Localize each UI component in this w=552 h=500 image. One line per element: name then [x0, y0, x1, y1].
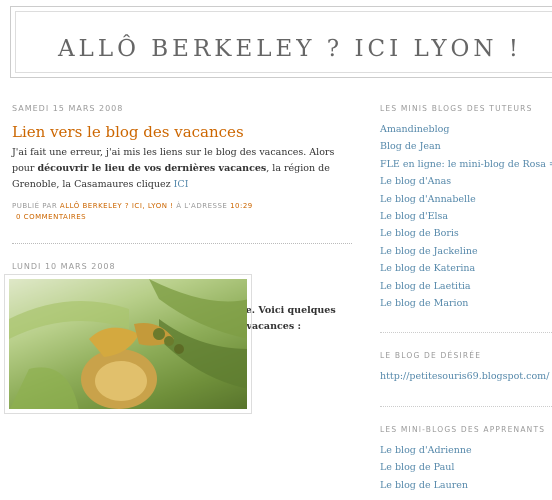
post-title-link[interactable]: Lien vers le blog des vacances	[12, 123, 352, 141]
sidebar-section-tuteurs: LES MINIS BLOGS DES TUTEURS Amandineblog…	[380, 104, 552, 312]
blog-title[interactable]: ALLÔ BERKELEY ? ICI LYON !	[16, 36, 552, 62]
banana-flower-photo[interactable]	[9, 279, 247, 409]
sidebar-heading: LE BLOG DE DÉSIRÉE	[380, 351, 482, 361]
sidebar-link[interactable]: http://petitesouris69.blogspot.com/	[380, 368, 552, 385]
sidebar-heading: LES MINI-BLOGS DES APPRENANTS	[380, 424, 546, 434]
post-body-bold: découvrir le lieu de vos dernières vacan…	[37, 163, 267, 174]
sidebar-link[interactable]: Le blog d'Anas	[380, 173, 552, 190]
post-divider	[12, 243, 352, 244]
post-date: LUNDI 10 MARS 2008	[12, 262, 116, 271]
sidebar-link[interactable]: Le blog d'Annabelle	[380, 191, 552, 208]
ici-link[interactable]: ICI	[174, 179, 189, 190]
sidebar-link[interactable]: Le blog de Boris	[380, 225, 552, 242]
sidebar-section-desiree: LE BLOG DE DÉSIRÉE http://petitesouris69…	[380, 351, 552, 385]
sidebar-link[interactable]: Blog de Jean	[380, 138, 552, 155]
post-photo-frame[interactable]	[4, 274, 252, 414]
post-date: SAMEDI 15 MARS 2008	[12, 104, 124, 113]
footer-prefix: PUBLIÉ PAR	[12, 202, 60, 210]
post-body: J'ai fait une erreur, j'ai mis les liens…	[12, 145, 352, 193]
sidebar-link[interactable]: Le blog d'Adrienne	[380, 442, 552, 459]
timestamp-link[interactable]: 10:29	[230, 202, 253, 210]
sidebar-section-apprenants: LES MINI-BLOGS DES APPRENANTS Le blog d'…	[380, 425, 552, 494]
sidebar-link[interactable]: Le blog de Lauren	[380, 477, 552, 494]
post-footer: PUBLIÉ PAR ALLÔ BERKELEY ? ICI, LYON ! À…	[12, 201, 352, 223]
sidebar-divider	[380, 332, 552, 334]
post: SAMEDI 15 MARS 2008 Lien vers le blog de…	[12, 104, 352, 223]
sidebar-divider	[380, 405, 552, 407]
sidebar-link[interactable]: FLE en ligne: le mini-blog de Rosa =	[380, 156, 552, 173]
comments-link[interactable]: 0 COMMENTAIRES	[16, 213, 86, 221]
footer-mid: À L'ADRESSE	[173, 202, 231, 210]
blog-header: ALLÔ BERKELEY ? ICI LYON !	[10, 6, 552, 78]
sidebar-link[interactable]: Le blog de Katerina	[380, 260, 552, 277]
sidebar-link[interactable]: Le blog de Jackeline	[380, 243, 552, 260]
header-inner-frame: ALLÔ BERKELEY ? ICI LYON !	[15, 11, 552, 73]
sidebar-link[interactable]: Le blog de Laetitia	[380, 278, 552, 295]
sidebar: LES MINIS BLOGS DES TUTEURS Amandineblog…	[380, 104, 552, 494]
banana-flower-illustration	[9, 279, 247, 409]
sidebar-link[interactable]: Amandineblog	[380, 121, 552, 138]
sidebar-heading: LES MINIS BLOGS DES TUTEURS	[380, 104, 533, 113]
sidebar-link[interactable]: Le blog d'Elsa	[380, 208, 552, 225]
sidebar-link[interactable]: Le blog de Paul	[380, 459, 552, 476]
author-link[interactable]: ALLÔ BERKELEY ? ICI, LYON !	[60, 202, 174, 210]
sidebar-link[interactable]: Le blog de Marion	[380, 295, 552, 312]
